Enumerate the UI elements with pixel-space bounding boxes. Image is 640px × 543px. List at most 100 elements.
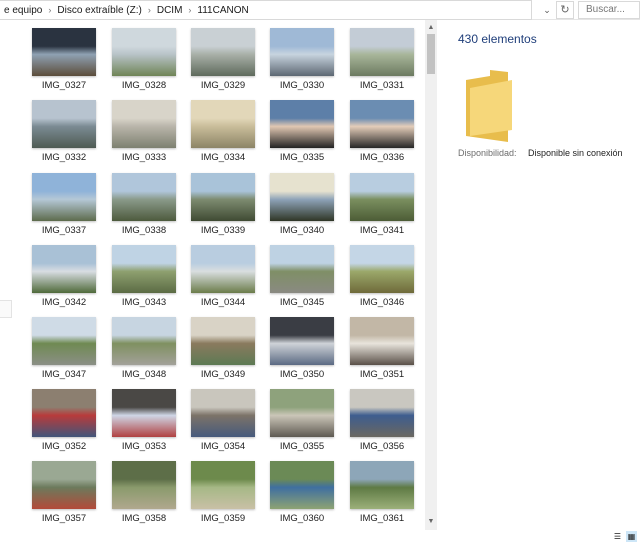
photo-thumbnail[interactable] [32,461,96,509]
photo-thumbnail[interactable] [270,389,334,437]
file-item[interactable]: IMG_0361 [338,457,418,529]
file-name[interactable]: IMG_0349 [179,369,267,380]
file-item[interactable]: IMG_0334 [179,96,259,168]
file-name[interactable]: IMG_0342 [20,297,108,308]
photo-thumbnail[interactable] [270,317,334,365]
file-name[interactable]: IMG_0355 [258,441,346,452]
file-item[interactable]: IMG_0357 [20,457,100,529]
file-name[interactable]: IMG_0350 [258,369,346,380]
file-name[interactable]: IMG_0329 [179,80,267,91]
photo-thumbnail[interactable] [350,461,414,509]
photo-thumbnail[interactable] [191,389,255,437]
breadcrumb-item-this-pc[interactable]: e equipo [0,5,46,16]
file-name[interactable]: IMG_0328 [100,80,188,91]
breadcrumb-item-dcim[interactable]: DCIM [153,5,187,16]
file-item[interactable]: IMG_0328 [100,24,180,96]
file-name[interactable]: IMG_0335 [258,152,346,163]
file-name[interactable]: IMG_0347 [20,369,108,380]
file-name[interactable]: IMG_0357 [20,513,108,524]
file-item[interactable]: IMG_0340 [258,169,338,241]
breadcrumb-separator-icon[interactable]: › [146,5,153,15]
file-item[interactable]: IMG_0354 [179,385,259,457]
photo-thumbnail[interactable] [191,173,255,221]
file-name[interactable]: IMG_0341 [338,225,425,236]
file-item[interactable]: IMG_0337 [20,169,100,241]
photo-thumbnail[interactable] [32,245,96,293]
file-name[interactable]: IMG_0333 [100,152,188,163]
photo-thumbnail[interactable] [350,100,414,148]
file-item[interactable]: IMG_0358 [100,457,180,529]
breadcrumb-separator-icon[interactable]: › [186,5,193,15]
file-name[interactable]: IMG_0340 [258,225,346,236]
file-item[interactable]: IMG_0352 [20,385,100,457]
photo-thumbnail[interactable] [112,461,176,509]
file-item[interactable]: IMG_0345 [258,241,338,313]
file-item[interactable]: IMG_0343 [100,241,180,313]
file-name[interactable]: IMG_0351 [338,369,425,380]
file-name[interactable]: IMG_0331 [338,80,425,91]
file-name[interactable]: IMG_0348 [100,369,188,380]
file-name[interactable]: IMG_0332 [20,152,108,163]
photo-thumbnail[interactable] [191,317,255,365]
file-item[interactable]: IMG_0349 [179,313,259,385]
photo-thumbnail[interactable] [112,317,176,365]
photo-thumbnail[interactable] [32,389,96,437]
file-name[interactable]: IMG_0353 [100,441,188,452]
file-name[interactable]: IMG_0330 [258,80,346,91]
photo-thumbnail[interactable] [32,28,96,76]
file-name[interactable]: IMG_0345 [258,297,346,308]
file-item[interactable]: IMG_0341 [338,169,418,241]
photo-thumbnail[interactable] [112,245,176,293]
file-item[interactable]: IMG_0342 [20,241,100,313]
address-history-dropdown-icon[interactable]: ⌄ [540,2,554,18]
photo-thumbnail[interactable] [112,100,176,148]
file-name[interactable]: IMG_0358 [100,513,188,524]
file-name[interactable]: IMG_0360 [258,513,346,524]
file-item[interactable]: IMG_0333 [100,96,180,168]
file-item[interactable]: IMG_0338 [100,169,180,241]
photo-thumbnail[interactable] [270,461,334,509]
photo-thumbnail[interactable] [350,245,414,293]
file-name[interactable]: IMG_0327 [20,80,108,91]
file-name[interactable]: IMG_0359 [179,513,267,524]
photo-thumbnail[interactable] [270,100,334,148]
large-icons-view-icon[interactable]: ▦ [626,531,637,542]
file-item[interactable]: IMG_0336 [338,96,418,168]
breadcrumb-item-111canon[interactable]: 111CANON [193,5,252,16]
file-name[interactable]: IMG_0334 [179,152,267,163]
photo-thumbnail[interactable] [112,173,176,221]
file-item[interactable]: IMG_0359 [179,457,259,529]
file-item[interactable]: IMG_0353 [100,385,180,457]
file-name[interactable]: IMG_0354 [179,441,267,452]
file-name[interactable]: IMG_0339 [179,225,267,236]
file-name[interactable]: IMG_0356 [338,441,425,452]
breadcrumb[interactable]: e equipo › Disco extraíble (Z:) › DCIM ›… [0,0,532,20]
file-name[interactable]: IMG_0337 [20,225,108,236]
file-name[interactable]: IMG_0344 [179,297,267,308]
scroll-down-icon[interactable]: ▼ [425,516,437,528]
photo-thumbnail[interactable] [270,28,334,76]
vertical-scrollbar[interactable]: ▲ ▼ [425,20,437,530]
file-item[interactable]: IMG_0347 [20,313,100,385]
photo-thumbnail[interactable] [350,28,414,76]
file-item[interactable]: IMG_0344 [179,241,259,313]
photo-thumbnail[interactable] [32,317,96,365]
file-name[interactable]: IMG_0343 [100,297,188,308]
photo-thumbnail[interactable] [32,173,96,221]
scroll-up-icon[interactable]: ▲ [425,22,437,34]
navigation-pane-edge[interactable] [0,300,12,318]
file-name[interactable]: IMG_0336 [338,152,425,163]
file-item[interactable]: IMG_0351 [338,313,418,385]
file-item[interactable]: IMG_0329 [179,24,259,96]
photo-thumbnail[interactable] [350,173,414,221]
file-item[interactable]: IMG_0350 [258,313,338,385]
photo-thumbnail[interactable] [191,100,255,148]
file-item[interactable]: IMG_0356 [338,385,418,457]
photo-thumbnail[interactable] [350,389,414,437]
photo-thumbnail[interactable] [191,461,255,509]
file-name[interactable]: IMG_0361 [338,513,425,524]
photo-thumbnail[interactable] [191,28,255,76]
photo-thumbnail[interactable] [270,245,334,293]
details-view-icon[interactable]: ☰ [612,531,623,542]
file-item[interactable]: IMG_0339 [179,169,259,241]
